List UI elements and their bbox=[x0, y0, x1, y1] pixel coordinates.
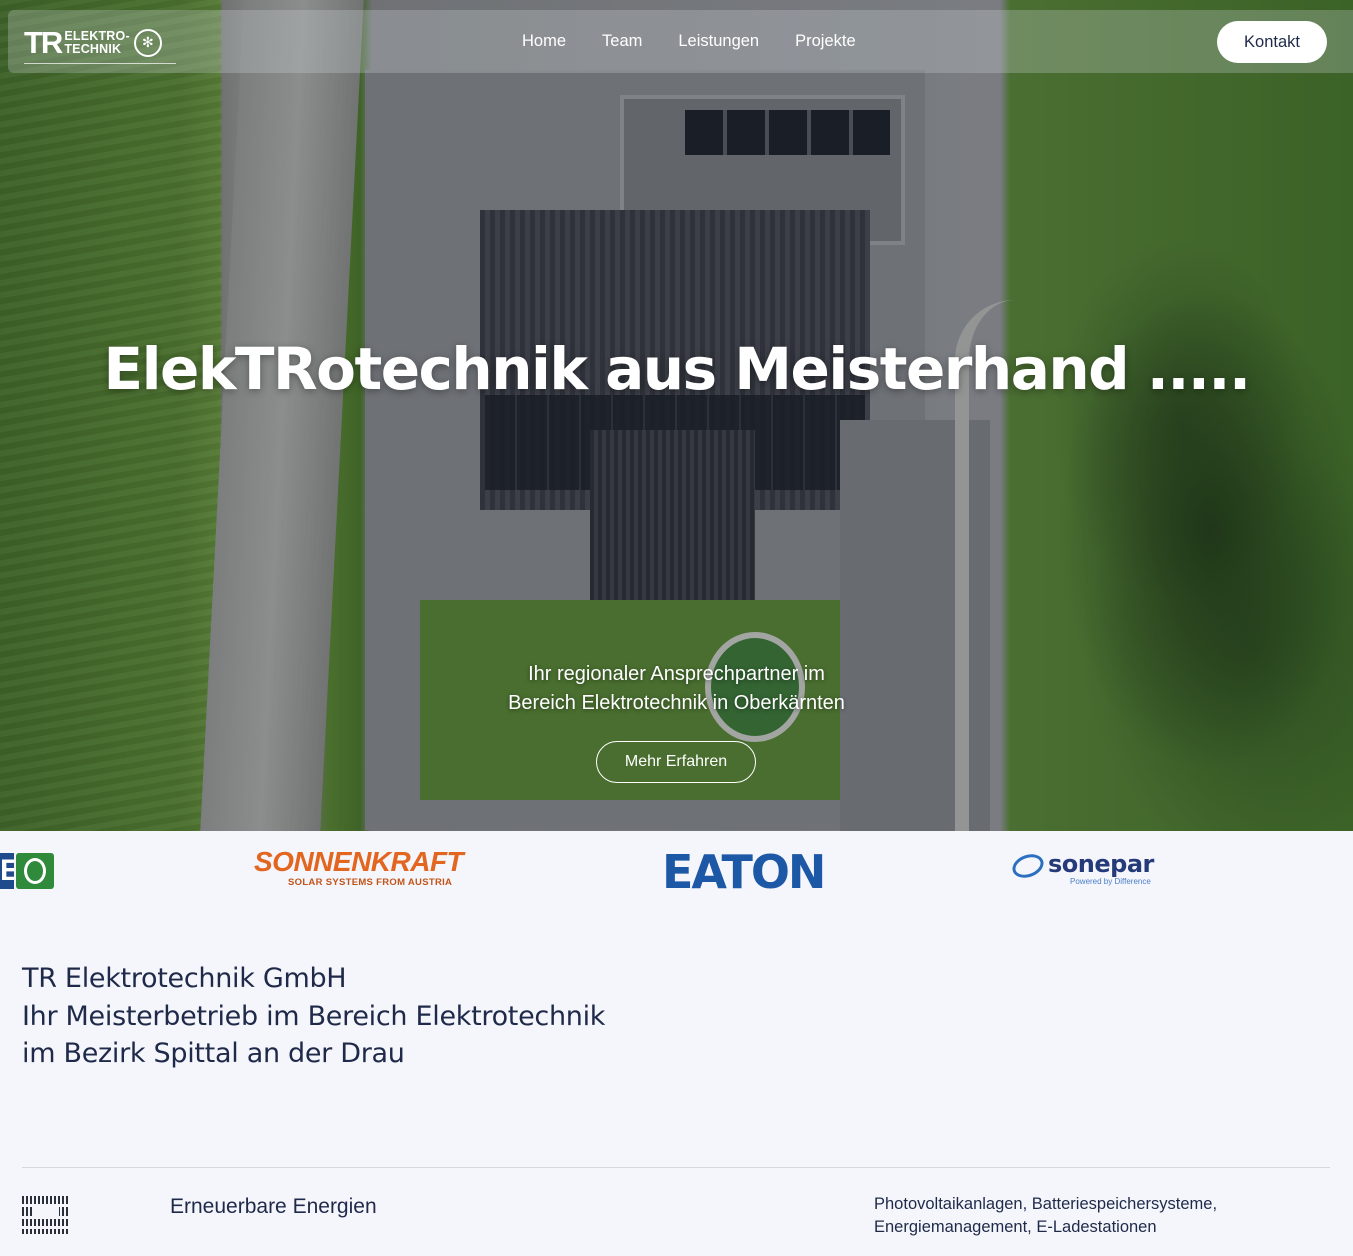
nav-link-home[interactable]: Home bbox=[522, 32, 566, 51]
service-description-line-2: Energiemanagement, E-Ladestationen bbox=[874, 1218, 1157, 1236]
contact-button[interactable]: Kontakt bbox=[1217, 21, 1327, 63]
hero-subtitle: Ihr regionaler Ansprechpartner im Bereic… bbox=[0, 660, 1353, 718]
service-title: Erneuerbare Energien bbox=[170, 1195, 377, 1218]
logo-seal-icon: ✻ bbox=[133, 28, 162, 57]
hero-subtitle-line-2: Bereich Elektrotechnik in Oberkärnten bbox=[508, 692, 845, 714]
hero-section: TR ELEKTRO- TECHNIK ✻ Home Team Leistung… bbox=[0, 0, 1353, 831]
intro-line-2: Ihr Meisterbetrieb im Bereich Elektrotec… bbox=[22, 1000, 606, 1032]
nav-link-team[interactable]: Team bbox=[602, 32, 642, 51]
sonepar-tagline: Powered by Difference bbox=[1070, 877, 1151, 886]
intro-line-3: im Bezirk Spittal an der Drau bbox=[22, 1038, 405, 1069]
partner-logo-sonnenkraft[interactable]: SONNENKRAFT SOLAR SYSTEMS FROM AUSTRIA bbox=[254, 846, 464, 889]
logo-line-2: TECHNIK bbox=[64, 41, 122, 56]
logo-text: ELEKTRO- TECHNIK bbox=[64, 28, 130, 56]
nav-link-leistungen[interactable]: Leistungen bbox=[678, 32, 759, 51]
solar-panel-icon bbox=[22, 1196, 69, 1234]
intro-heading: TR Elektrotechnik GmbH Ihr Meisterbetrie… bbox=[22, 960, 605, 1073]
main-nav: Home Team Leistungen Projekte bbox=[522, 32, 856, 51]
sonepar-name: sonepar bbox=[1048, 850, 1154, 878]
partner-logos: E SONNENKRAFT SOLAR SYSTEMS FROM AUSTRIA… bbox=[0, 831, 1353, 916]
logo-mark: TR bbox=[24, 25, 63, 60]
nav-link-projekte[interactable]: Projekte bbox=[795, 32, 856, 51]
learn-more-button[interactable]: Mehr Erfahren bbox=[596, 741, 756, 783]
logo-line-1: ELEKTRO- bbox=[64, 28, 130, 43]
partner-logo-sonepar[interactable]: sonepar Powered by Difference bbox=[1009, 850, 1154, 886]
sonepar-wordmark: sonepar Powered by Difference bbox=[1048, 851, 1154, 886]
company-logo[interactable]: TR ELEKTRO- TECHNIK ✻ bbox=[24, 22, 176, 64]
hero-subtitle-line-1: Ihr regionaler Ansprechpartner im bbox=[528, 663, 825, 685]
partner-partial-letter: E bbox=[0, 853, 14, 889]
intro-line-1: TR Elektrotechnik GmbH bbox=[22, 963, 347, 994]
section-divider bbox=[22, 1167, 1330, 1168]
service-description-line-1: Photovoltaikanlagen, Batteriespeichersys… bbox=[874, 1195, 1218, 1213]
partner-logo-partial[interactable]: E bbox=[0, 853, 54, 889]
service-description: Photovoltaikanlagen, Batteriespeichersys… bbox=[874, 1193, 1217, 1239]
partner-logo-eaton[interactable]: EATON bbox=[662, 849, 826, 895]
sonepar-swirl-icon bbox=[1009, 850, 1047, 882]
sonnenkraft-tagline: SOLAR SYSTEMS FROM AUSTRIA bbox=[288, 877, 453, 888]
hero-title: ElekTRotechnik aus Meisterhand ..... bbox=[103, 335, 1251, 403]
partner-partial-emblem-icon bbox=[16, 853, 54, 889]
sonnenkraft-name: SONNENKRAFT bbox=[254, 846, 464, 877]
